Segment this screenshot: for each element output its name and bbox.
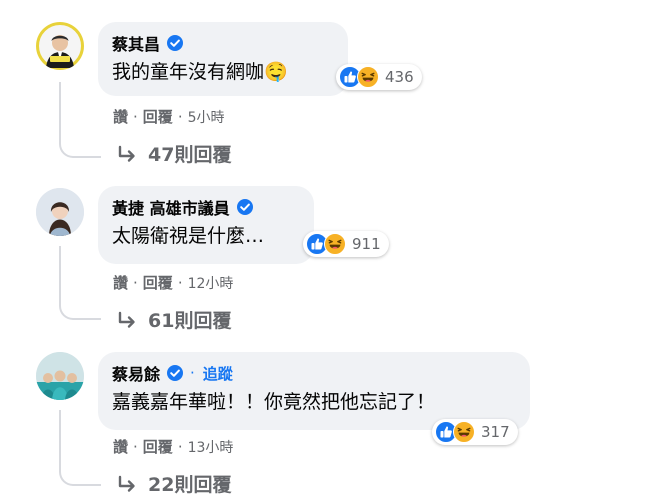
avatar[interactable] (36, 188, 84, 236)
avatar-portrait-image (36, 22, 84, 70)
avatar[interactable] (36, 22, 84, 70)
haha-reaction-icon (324, 233, 346, 255)
separator-dot: · (177, 274, 183, 292)
comment-actions: 讚 · 回覆 · 12小時 (113, 272, 233, 293)
reaction-count: 317 (481, 423, 510, 441)
separator-dot: · (133, 274, 138, 292)
separator-dot: · (177, 438, 183, 456)
replies-count-label: 47則回覆 (148, 144, 232, 166)
verified-badge-icon (166, 364, 184, 382)
reactions-summary[interactable]: 436 (336, 64, 422, 90)
reply-arrow-icon (116, 475, 138, 493)
reply-arrow-icon (116, 311, 138, 329)
reply-action-link[interactable]: 回覆 (143, 108, 173, 126)
comment-bubble: 黃捷 高雄市議員 太陽衛視是什麼… (98, 186, 314, 264)
reply-arrow-icon (116, 145, 138, 163)
comment-text: 太陽衛視是什麼… (112, 225, 265, 247)
comment-text: 我的童年沒有網咖🤤 (112, 61, 288, 83)
verified-badge-icon (166, 34, 184, 52)
separator-dot: · (177, 108, 183, 126)
reaction-count: 911 (352, 235, 381, 253)
avatar-group-photo-image (36, 352, 84, 400)
reply-action-link[interactable]: 回覆 (143, 438, 173, 456)
like-action-link[interactable]: 讚 (113, 274, 128, 292)
comment-bubble: 蔡其昌 我的童年沒有網咖🤤 (98, 22, 348, 96)
reaction-count: 436 (385, 68, 414, 86)
timestamp[interactable]: 13小時 (188, 440, 234, 456)
separator-dot: · (133, 438, 138, 456)
thread-connector-line (59, 410, 101, 486)
comment-actions: 讚 · 回覆 · 13小時 (113, 436, 233, 457)
separator-dot: · (133, 108, 138, 126)
author-name[interactable]: 蔡其昌 (112, 31, 160, 55)
view-replies-button[interactable]: 61則回覆 (116, 306, 231, 333)
verified-badge-icon (236, 198, 254, 216)
timestamp[interactable]: 5小時 (188, 110, 225, 126)
comment-actions: 讚 · 回覆 · 5小時 (113, 106, 225, 127)
reactions-summary[interactable]: 911 (303, 231, 389, 257)
thread-connector-line (59, 82, 101, 158)
timestamp[interactable]: 12小時 (188, 276, 234, 292)
author-name[interactable]: 黃捷 高雄市議員 (112, 195, 230, 219)
replies-count-label: 22則回覆 (148, 474, 232, 496)
haha-reaction-icon (357, 66, 379, 88)
author-name[interactable]: 蔡易餘 (112, 361, 160, 385)
avatar-portrait-image (36, 188, 84, 236)
like-action-link[interactable]: 讚 (113, 108, 128, 126)
haha-reaction-icon (453, 421, 475, 443)
thread-connector-line (59, 246, 101, 320)
reply-action-link[interactable]: 回覆 (143, 274, 173, 292)
comment-thread: 蔡其昌 我的童年沒有網咖🤤 436 讚 · 回覆 · 5小時 47則回覆 黃捷 … (0, 0, 656, 501)
separator-dot: · (190, 364, 195, 382)
view-replies-button[interactable]: 22則回覆 (116, 470, 231, 497)
replies-count-label: 61則回覆 (148, 310, 232, 332)
view-replies-button[interactable]: 47則回覆 (116, 140, 231, 167)
comment-text: 嘉義嘉年華啦！！你竟然把他忘記了！ (112, 391, 436, 413)
drooling-face-emoji: 🤤 (264, 61, 288, 83)
follow-button[interactable]: 追蹤 (203, 363, 233, 384)
avatar[interactable] (36, 352, 84, 400)
like-action-link[interactable]: 讚 (113, 438, 128, 456)
reactions-summary[interactable]: 317 (432, 419, 518, 445)
